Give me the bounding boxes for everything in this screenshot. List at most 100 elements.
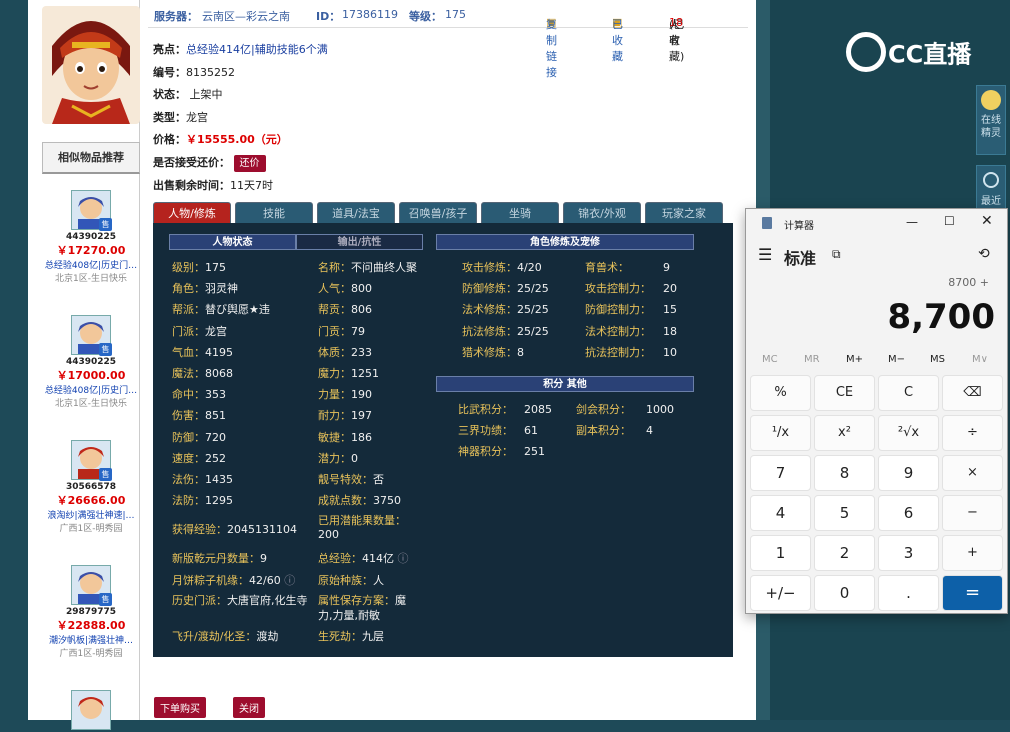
calc-key[interactable]: 5 bbox=[814, 495, 875, 531]
memory-button[interactable]: MS bbox=[930, 354, 945, 365]
calc-key[interactable]: 8 bbox=[814, 455, 875, 491]
memory-button[interactable]: MR bbox=[804, 354, 820, 365]
stat-row-value: 175 bbox=[205, 261, 226, 274]
item-thumbnail[interactable]: 售 bbox=[71, 565, 112, 606]
attr-row-value: 1251 bbox=[351, 367, 379, 380]
memory-button[interactable]: M∨ bbox=[972, 354, 988, 365]
help-icon[interactable]: ⓘ bbox=[398, 552, 409, 565]
resist-header[interactable]: 输出/抗性 bbox=[296, 234, 423, 250]
bargain-button[interactable]: 还价 bbox=[233, 155, 266, 172]
calc-key[interactable]: 7 bbox=[750, 455, 811, 491]
similar-item[interactable]: 售 30566578 ￥26666.00 浪淘纱|满强壮神速|… 广西1区-明秀… bbox=[42, 440, 140, 534]
item-desc[interactable]: 总经验408亿|历史门… bbox=[42, 258, 140, 271]
points-value: 251 bbox=[524, 445, 545, 459]
similar-item[interactable]: 售 29879775 ￥22888.00 潮汐帆板|满强壮神… 广西1区-明秀园 bbox=[42, 565, 140, 659]
calc-key[interactable]: C bbox=[878, 375, 939, 411]
help-icon[interactable]: ⓘ bbox=[284, 574, 295, 587]
control-label: 抗法控制力： bbox=[585, 345, 651, 359]
memory-button[interactable]: M− bbox=[888, 354, 905, 365]
tab-skills[interactable]: 技能 bbox=[235, 202, 313, 224]
price-label: 价格： bbox=[153, 133, 186, 146]
tab-items[interactable]: 道具/法宝 bbox=[317, 202, 395, 224]
item-thumbnail[interactable] bbox=[71, 690, 111, 730]
points-row: 神器积分： 251 bbox=[458, 443, 646, 459]
calc-key[interactable]: ⌫ bbox=[942, 375, 1003, 411]
online-sprite-button[interactable]: 在线精灵 bbox=[976, 85, 1006, 155]
similar-item[interactable] bbox=[42, 690, 140, 730]
online-sprite-label: 在线精灵 bbox=[981, 115, 1001, 139]
calc-key[interactable]: % bbox=[750, 375, 811, 411]
tab-character[interactable]: 人物/修炼 bbox=[153, 202, 231, 224]
calc-key[interactable]: 2 bbox=[814, 535, 875, 571]
keep-on-top-icon[interactable]: ⧉ bbox=[832, 247, 841, 262]
tab-home[interactable]: 玩家之家 bbox=[645, 202, 723, 224]
tab-mounts[interactable]: 坐骑 bbox=[481, 202, 559, 224]
stat-row: 速度：252 bbox=[172, 450, 226, 466]
item-thumbnail[interactable]: 售 bbox=[71, 190, 112, 231]
type-row: 类型：龙宫 bbox=[153, 109, 208, 125]
points-label: 三界功绩： bbox=[458, 424, 513, 438]
calc-key[interactable]: 1 bbox=[750, 535, 811, 571]
item-desc[interactable]: 总经验408亿|历史门… bbox=[42, 383, 140, 396]
calc-key[interactable]: − bbox=[942, 495, 1003, 531]
item-price: ￥17000.00 bbox=[56, 369, 126, 382]
item-server: 北京1区-生日快乐 bbox=[55, 274, 127, 284]
calc-key[interactable]: x² bbox=[814, 415, 875, 451]
item-id: 29879775 bbox=[65, 607, 117, 617]
similar-item[interactable]: 售 44390225 ￥17000.00 总经验408亿|历史门… 北京1区-生… bbox=[42, 315, 140, 409]
tab-outfits[interactable]: 锦衣/外观 bbox=[563, 202, 641, 224]
tab-pets[interactable]: 召唤兽/孩子 bbox=[399, 202, 477, 224]
time-left-row: 出售剩余时间：11天7时 bbox=[153, 177, 273, 193]
window-close-button[interactable]: ✕ bbox=[981, 213, 993, 229]
attr-row: 门贡：79 bbox=[318, 323, 365, 339]
listing-topbar: 服务器： 云南区—彩云之南 ID： 17386119 等级： 175 ▣ 复制链… bbox=[148, 0, 748, 79]
similar-item[interactable]: 售 44390225 ￥17270.00 总经验408亿|历史门… 北京1区-生… bbox=[42, 190, 140, 284]
stat-row-label: 魔法： bbox=[172, 367, 205, 380]
calc-key[interactable]: 4 bbox=[750, 495, 811, 531]
item-thumbnail[interactable]: 售 bbox=[71, 440, 112, 481]
item-server: 广西1区-明秀园 bbox=[59, 524, 123, 534]
attr-row: 魔力：1251 bbox=[318, 365, 379, 381]
cultivation-row: 法术修炼：25/25 bbox=[462, 301, 549, 317]
calculator-mode: 标准 bbox=[784, 249, 817, 268]
recent-button[interactable]: 最近 bbox=[976, 165, 1006, 210]
stat-row-value: 龙宫 bbox=[205, 324, 227, 338]
memory-button[interactable]: M+ bbox=[846, 354, 863, 365]
calc-key[interactable]: = bbox=[942, 575, 1003, 611]
calc-key[interactable]: ²√x bbox=[878, 415, 939, 451]
zongzi-row: 月饼粽子机缘：42/60 ⓘ bbox=[172, 572, 295, 588]
calc-key[interactable]: 3 bbox=[878, 535, 939, 571]
calc-key[interactable]: 6 bbox=[878, 495, 939, 531]
zongzi-value: 42/60 bbox=[249, 574, 281, 587]
attr-row: 名称：不问曲终人聚 bbox=[318, 259, 417, 275]
server-label: 服务器： bbox=[154, 10, 198, 23]
item-desc[interactable]: 潮汐帆板|满强壮神… bbox=[42, 633, 140, 646]
item-thumbnail[interactable]: 售 bbox=[71, 315, 112, 356]
close-button[interactable]: 关闭 bbox=[233, 697, 265, 718]
menu-icon[interactable]: ☰ bbox=[758, 245, 772, 264]
calc-key[interactable]: 9 bbox=[878, 455, 939, 491]
race-row: 原始种族：人 bbox=[318, 572, 384, 588]
points-label: 神器积分： bbox=[458, 445, 513, 459]
points-value-2: 4 bbox=[646, 424, 653, 438]
calc-key[interactable]: ÷ bbox=[942, 415, 1003, 451]
calc-key[interactable]: + bbox=[942, 535, 1003, 571]
minimize-button[interactable]: — bbox=[906, 215, 918, 229]
maximize-button[interactable]: ☐ bbox=[944, 214, 955, 228]
cultivation-row-value: 4/20 bbox=[517, 261, 542, 274]
buy-button[interactable]: 下单购买 bbox=[154, 697, 206, 718]
calc-key[interactable]: +/− bbox=[750, 575, 811, 611]
calc-key[interactable]: ¹/x bbox=[750, 415, 811, 451]
memory-button[interactable]: MC bbox=[762, 354, 778, 365]
history-icon[interactable]: ⟲ bbox=[978, 246, 990, 262]
serial-value: 8135252 bbox=[186, 66, 235, 79]
calc-key[interactable]: 0 bbox=[814, 575, 875, 611]
status-row: 状态： 上架中 bbox=[153, 86, 223, 102]
item-desc[interactable]: 浪淘纱|满强壮神速|… bbox=[42, 508, 140, 521]
cultivation-row-label: 抗法修炼： bbox=[462, 324, 517, 338]
bargain-row: 是否接受还价： 还价 bbox=[153, 154, 266, 172]
calc-key[interactable]: CE bbox=[814, 375, 875, 411]
calc-key[interactable]: × bbox=[942, 455, 1003, 491]
control-label: 法术控制力： bbox=[585, 324, 651, 338]
calc-key[interactable]: . bbox=[878, 575, 939, 611]
